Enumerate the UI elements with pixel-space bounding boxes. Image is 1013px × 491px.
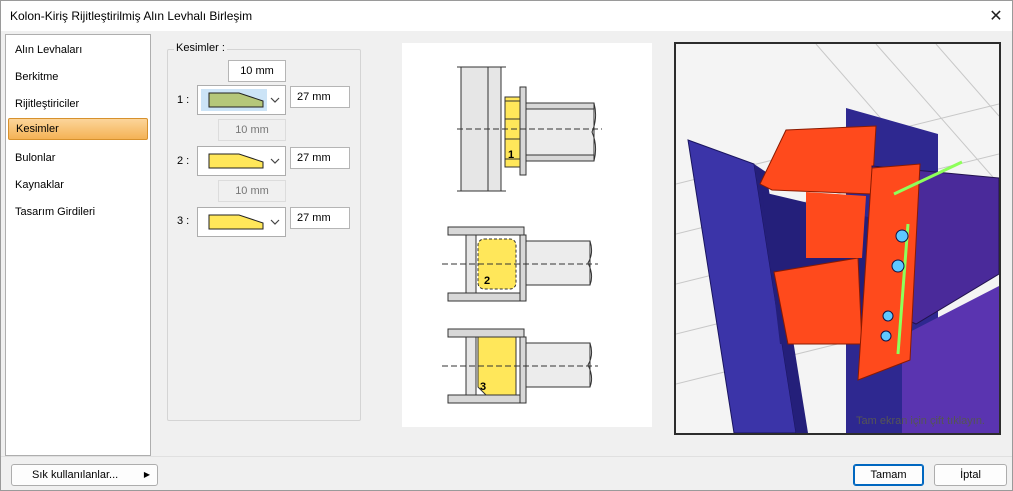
- sidebar-item-rijitlestiriciler[interactable]: Rijitleştiriciler: [8, 93, 148, 115]
- cuts-group-label: Kesimler :: [174, 42, 227, 54]
- cut-row-1-label: 1 :: [177, 94, 190, 106]
- chevron-down-icon: [269, 216, 281, 228]
- close-icon[interactable]: ✕: [980, 1, 1012, 31]
- cut-row-3-label: 3 :: [177, 215, 190, 227]
- elevation-view: [457, 66, 602, 192]
- fullscreen-hint: Tam ekran için çift tıklayın.: [856, 415, 985, 427]
- cut-1-value-field[interactable]: 27 mm: [290, 86, 350, 108]
- title-bar: Kolon-Kiriş Rijitleştirilmiş Alın Levhal…: [1, 1, 1012, 31]
- favorites-button-label: Sık kullanılanlar...: [32, 469, 119, 481]
- sidebar-item-label: Alın Levhaları: [15, 44, 83, 56]
- cut-1-shape-preview: [201, 89, 267, 111]
- cut-1-spacer-field: 10 mm: [218, 119, 286, 141]
- dialog-window: Kolon-Kiriş Rijitleştirilmiş Alın Levhal…: [0, 0, 1013, 491]
- sidebar-item-label: Berkitme: [15, 71, 59, 83]
- ok-button[interactable]: Tamam: [853, 464, 924, 486]
- plan-view-3: [442, 328, 598, 404]
- cancel-button-label: İptal: [960, 469, 981, 481]
- sidebar-item-alin-levhalari[interactable]: Alın Levhaları: [8, 39, 148, 61]
- sidebar-item-label: Rijitleştiriciler: [15, 98, 80, 110]
- sidebar-item-berkitme[interactable]: Berkitme: [8, 66, 148, 88]
- ok-button-label: Tamam: [870, 469, 907, 481]
- chevron-right-icon: ▶: [143, 470, 150, 479]
- cut-1-shape-select[interactable]: [197, 85, 286, 115]
- cut-diagram: 1 2 3: [402, 43, 652, 427]
- diagram-label-2: 2: [484, 275, 491, 287]
- sidebar-item-kaynaklar[interactable]: Kaynaklar: [8, 174, 148, 196]
- sidebar-item-bulonlar[interactable]: Bulonlar: [8, 147, 148, 169]
- cut-2-spacer-field: 10 mm: [218, 180, 286, 202]
- sidebar-item-label: Tasarım Girdileri: [15, 206, 96, 218]
- cut-3-shape-select[interactable]: [197, 207, 286, 237]
- top-offset-field[interactable]: 10 mm: [228, 60, 286, 82]
- cancel-button[interactable]: İptal: [934, 464, 1007, 486]
- diagram-label-3: 3: [480, 381, 487, 393]
- cut-row-2-label: 2 :: [177, 155, 190, 167]
- cut-2-value-field[interactable]: 27 mm: [290, 147, 350, 169]
- cut-3-value-field[interactable]: 27 mm: [290, 207, 350, 229]
- diagram-label-1: 1: [508, 149, 515, 161]
- cut-2-shape-preview: [201, 150, 267, 172]
- 3d-view[interactable]: Tam ekran için çift tıklayın.: [674, 42, 1001, 435]
- window-title: Kolon-Kiriş Rijitleştirilmiş Alın Levhal…: [10, 9, 253, 23]
- chevron-down-icon: [269, 94, 281, 106]
- cut-3-shape-preview: [201, 211, 267, 233]
- sidebar-item-label: Kesimler: [16, 123, 59, 135]
- sidebar-item-label: Kaynaklar: [15, 179, 64, 191]
- sidebar-item-kesimler[interactable]: Kesimler: [8, 118, 148, 140]
- sidebar: Alın Levhaları Berkitme Rijitleştiricile…: [5, 34, 151, 456]
- footer-divider: [1, 456, 1012, 457]
- favorites-button[interactable]: Sık kullanılanlar... ▶: [11, 464, 158, 486]
- cut-2-shape-select[interactable]: [197, 146, 286, 176]
- plan-view-2: [442, 226, 598, 302]
- chevron-down-icon: [269, 155, 281, 167]
- sidebar-item-label: Bulonlar: [15, 152, 56, 164]
- sidebar-item-tasarim-girdileri[interactable]: Tasarım Girdileri: [8, 201, 148, 223]
